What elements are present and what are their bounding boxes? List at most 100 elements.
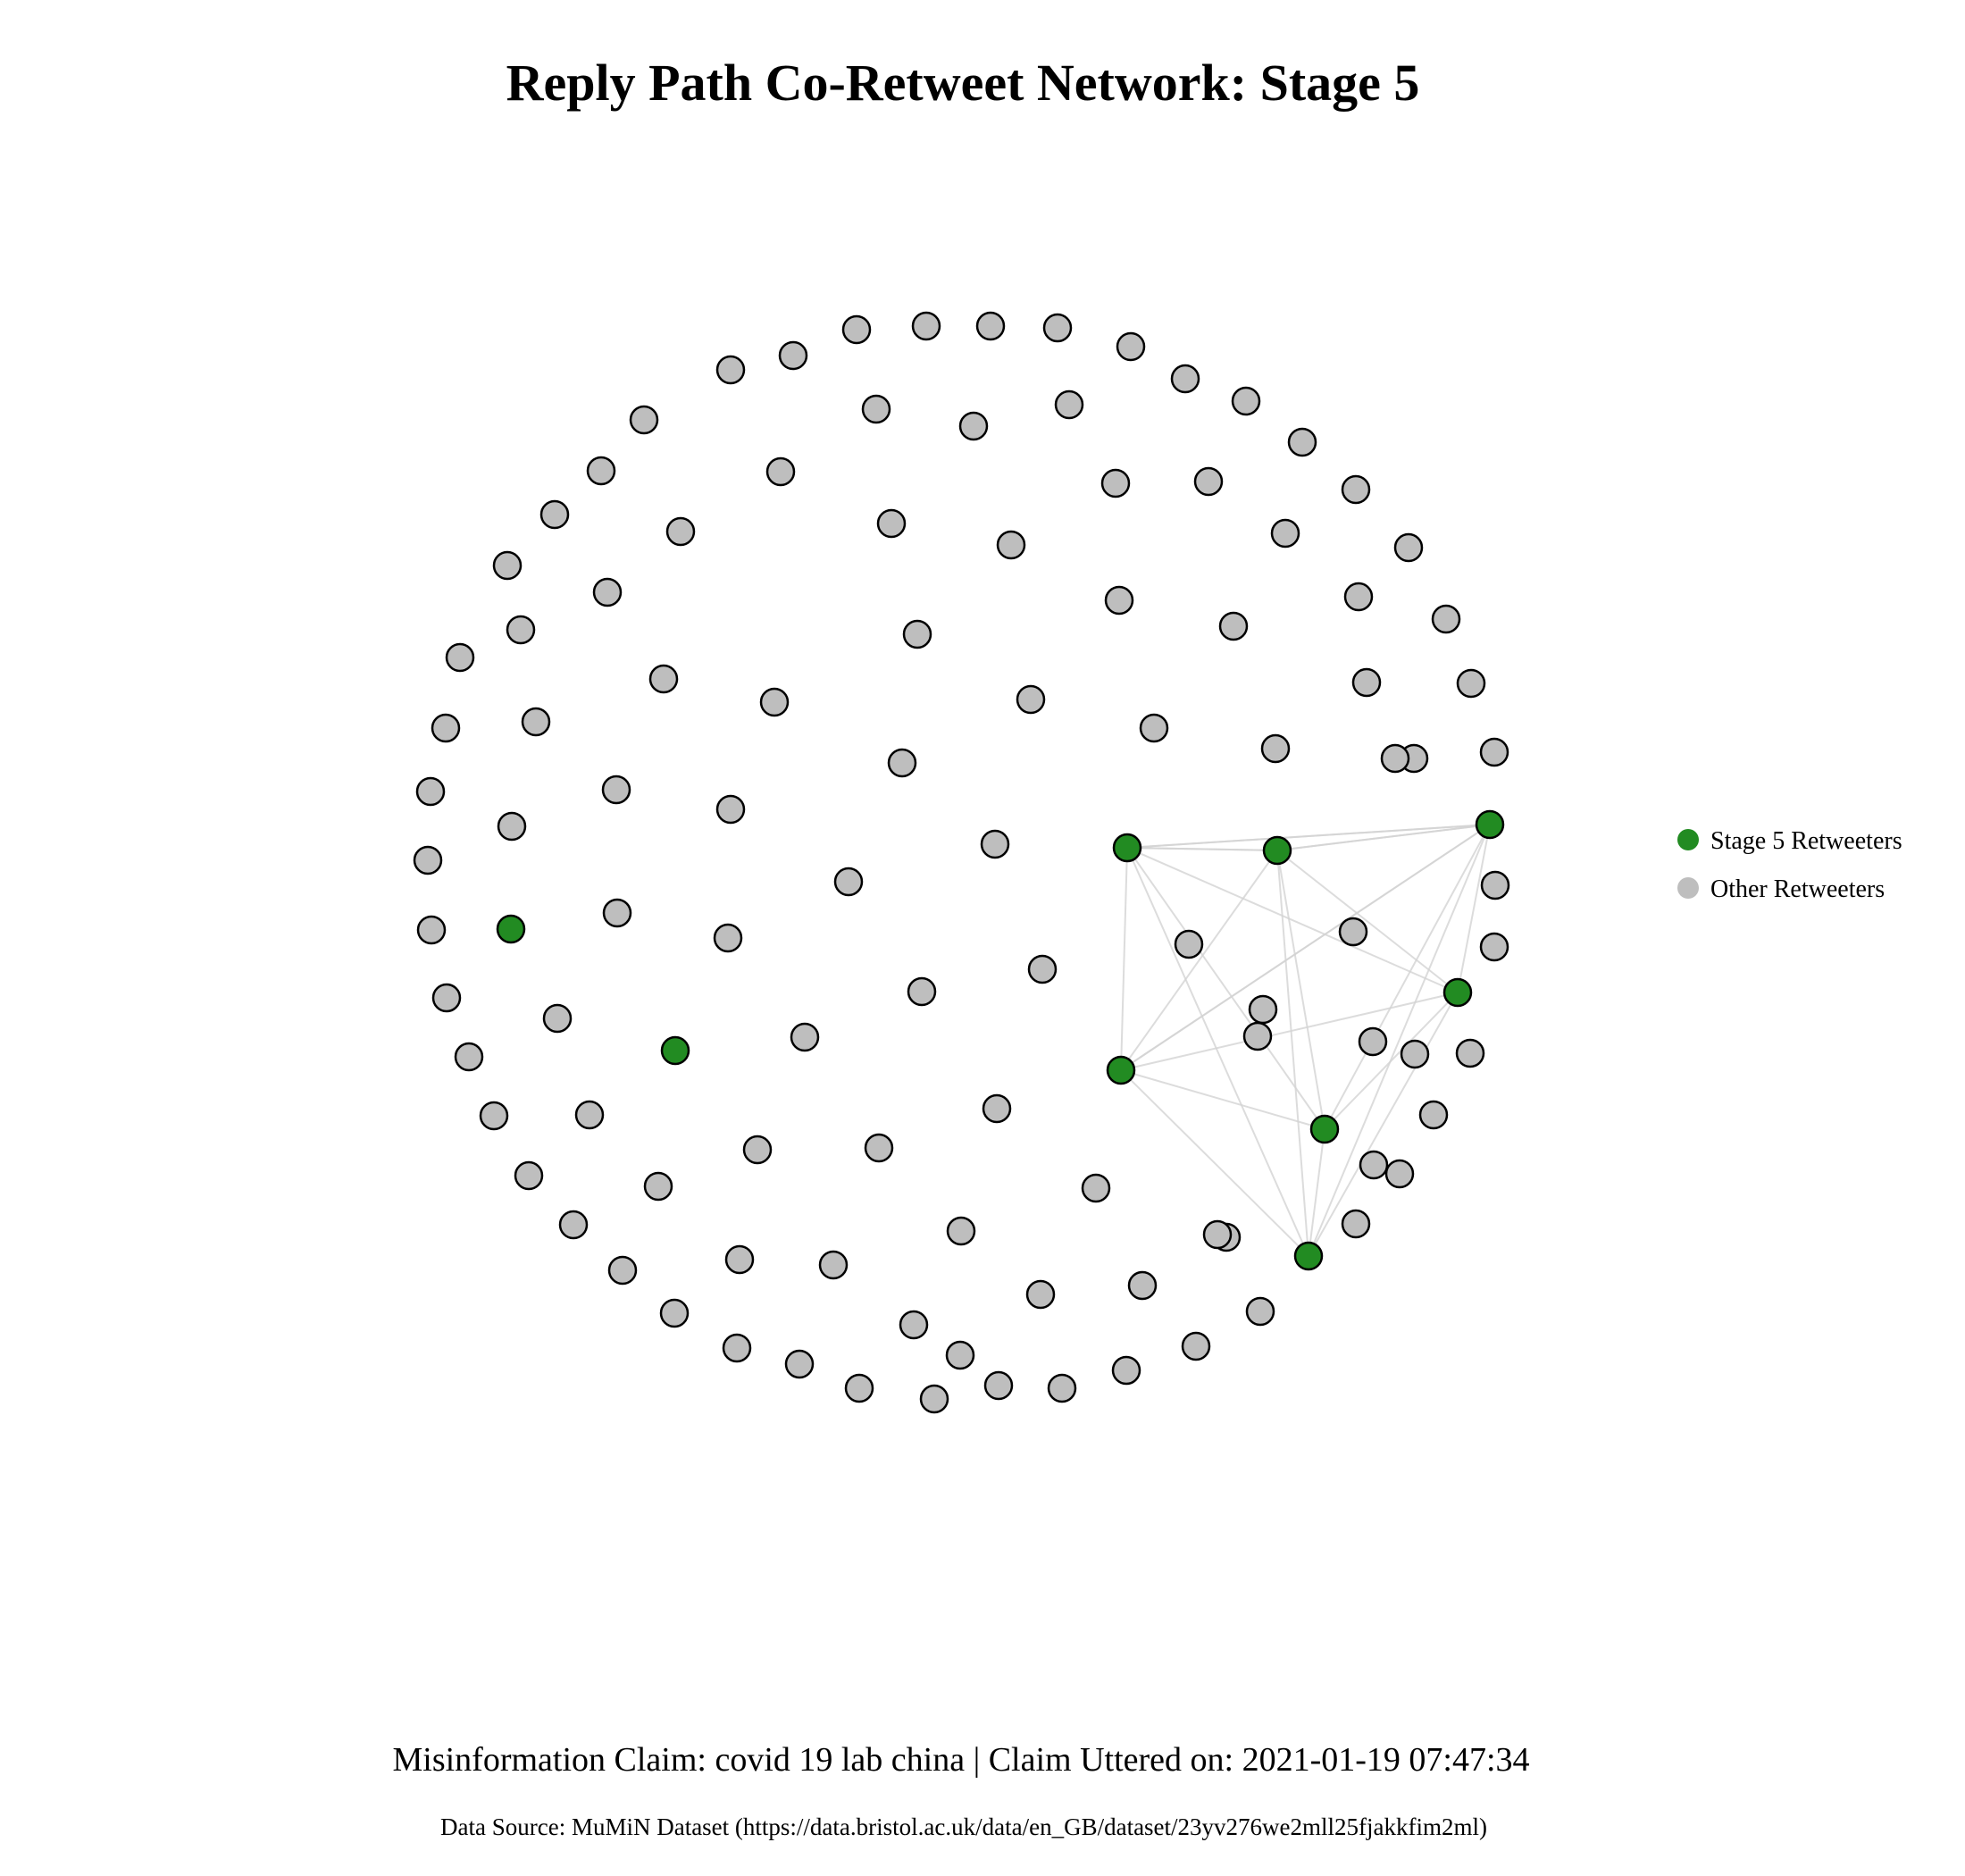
node-other-retweeter xyxy=(1341,1209,1371,1239)
node-other-retweeter xyxy=(1016,684,1046,715)
node-other-retweeter xyxy=(887,748,917,778)
node-other-retweeter xyxy=(1170,364,1200,394)
node-other-retweeter xyxy=(1202,1219,1233,1250)
node-other-retweeter xyxy=(1218,611,1249,641)
legend-marker-stage5 xyxy=(1677,829,1699,850)
node-other-retweeter xyxy=(1081,1173,1111,1203)
node-other-retweeter xyxy=(415,776,446,807)
node-other-retweeter xyxy=(759,687,790,717)
node-other-retweeter xyxy=(1242,1021,1273,1051)
node-other-retweeter xyxy=(416,915,447,945)
node-stage5-retweeter xyxy=(1112,833,1142,863)
node-other-retweeter xyxy=(431,983,462,1013)
node-stage5-retweeter xyxy=(1309,1114,1340,1144)
legend-label-other: Other Retweeters xyxy=(1710,875,1885,903)
node-other-retweeter xyxy=(586,456,616,486)
network-figure: Reply Path Co-Retweet Network: Stage 5 S… xyxy=(0,0,1965,1876)
node-other-retweeter xyxy=(818,1250,849,1280)
node-other-retweeter xyxy=(1393,532,1424,563)
node-other-retweeter xyxy=(1343,582,1374,612)
node-other-retweeter xyxy=(602,898,632,928)
node-other-retweeter xyxy=(607,1255,638,1286)
node-other-retweeter xyxy=(1341,474,1371,505)
node-other-retweeter xyxy=(514,1160,544,1191)
node-other-retweeter xyxy=(1287,427,1317,457)
node-other-retweeter xyxy=(876,508,907,539)
node-other-retweeter xyxy=(861,394,891,424)
node-stage5-retweeter xyxy=(1106,1055,1136,1085)
node-other-retweeter xyxy=(713,923,743,953)
node-other-retweeter xyxy=(958,411,989,441)
node-other-retweeter xyxy=(479,1101,509,1131)
node-other-retweeter xyxy=(648,664,679,694)
chart-title: Reply Path Co-Retweet Network: Stage 5 xyxy=(506,54,1420,112)
node-other-retweeter xyxy=(983,1370,1014,1401)
node-other-retweeter xyxy=(1456,668,1486,699)
node-other-retweeter xyxy=(413,845,443,875)
node-other-retweeter xyxy=(899,1310,929,1340)
node-other-retweeter xyxy=(1359,1150,1389,1180)
node-stage5-retweeter xyxy=(1442,977,1473,1008)
node-other-retweeter xyxy=(975,311,1006,341)
node-other-retweeter xyxy=(1174,929,1204,959)
node-other-retweeter xyxy=(1054,389,1084,420)
node-other-retweeter xyxy=(765,456,796,487)
node-other-retweeter xyxy=(980,829,1010,859)
node-other-retweeter xyxy=(844,1373,874,1403)
node-other-retweeter xyxy=(1480,870,1510,900)
node-other-retweeter xyxy=(1127,1270,1158,1301)
node-other-retweeter xyxy=(521,707,551,737)
node-other-retweeter xyxy=(1231,386,1261,416)
node-other-retweeter xyxy=(833,867,864,897)
node-other-retweeter xyxy=(996,530,1026,560)
node-other-retweeter xyxy=(1025,1279,1056,1310)
node-other-retweeter xyxy=(1338,917,1368,947)
node-other-retweeter xyxy=(1100,468,1131,498)
figure-background xyxy=(0,0,1965,1876)
node-other-retweeter xyxy=(1400,1039,1430,1069)
node-other-retweeter xyxy=(1104,585,1134,616)
node-other-retweeter xyxy=(1181,1331,1211,1361)
node-other-retweeter xyxy=(1042,313,1073,343)
node-other-retweeter xyxy=(945,1340,975,1370)
node-other-retweeter xyxy=(665,516,696,547)
node-other-retweeter xyxy=(542,1003,573,1034)
node-other-retweeter xyxy=(1116,331,1146,362)
node-other-retweeter xyxy=(601,775,631,805)
node-other-retweeter xyxy=(445,642,475,673)
node-other-retweeter xyxy=(1479,737,1509,767)
node-stage5-retweeter xyxy=(1293,1241,1324,1271)
node-other-retweeter xyxy=(784,1349,815,1379)
node-other-retweeter xyxy=(1384,1159,1415,1189)
node-other-retweeter xyxy=(558,1210,589,1240)
node-other-retweeter xyxy=(907,976,937,1007)
node-other-retweeter xyxy=(574,1100,605,1130)
node-other-retweeter xyxy=(1111,1355,1141,1386)
node-other-retweeter xyxy=(946,1216,976,1246)
node-other-retweeter xyxy=(1455,1038,1485,1068)
node-other-retweeter xyxy=(1351,667,1382,698)
node-other-retweeter xyxy=(629,405,659,435)
node-other-retweeter xyxy=(1260,733,1291,764)
node-other-retweeter xyxy=(715,355,746,385)
node-other-retweeter xyxy=(454,1042,484,1072)
node-other-retweeter xyxy=(841,314,872,345)
node-other-retweeter xyxy=(722,1333,752,1363)
node-other-retweeter xyxy=(1380,743,1410,774)
legend-label-stage5: Stage 5 Retweeters xyxy=(1710,827,1902,855)
node-other-retweeter xyxy=(790,1022,820,1052)
node-other-retweeter xyxy=(911,311,941,341)
node-other-retweeter xyxy=(431,713,461,743)
node-other-retweeter xyxy=(742,1135,773,1165)
node-other-retweeter xyxy=(1479,932,1509,962)
node-other-retweeter xyxy=(715,794,746,825)
node-stage5-retweeter xyxy=(660,1035,690,1066)
node-other-retweeter xyxy=(1027,954,1058,984)
node-other-retweeter xyxy=(497,811,527,842)
node-other-retweeter xyxy=(1418,1100,1449,1130)
node-stage5-retweeter xyxy=(1475,809,1505,840)
node-other-retweeter xyxy=(1248,994,1278,1025)
node-other-retweeter xyxy=(592,577,623,607)
node-other-retweeter xyxy=(1139,713,1169,743)
node-other-retweeter xyxy=(1245,1296,1275,1327)
